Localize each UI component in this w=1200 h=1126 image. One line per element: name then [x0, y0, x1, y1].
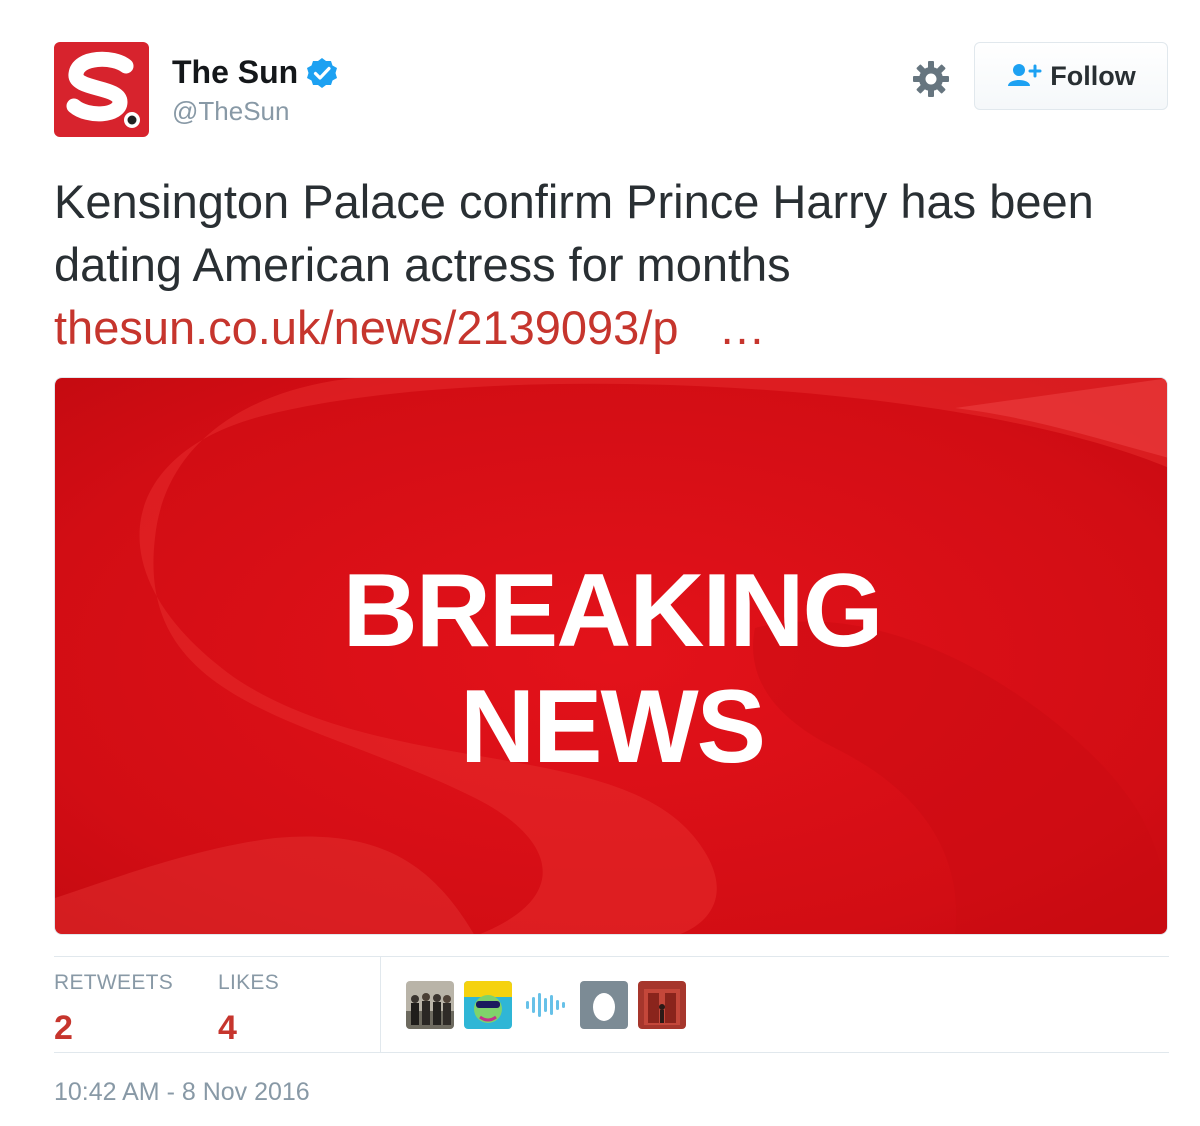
- tweet-link[interactable]: thesun.co.uk/news/2139093/p …: [54, 296, 766, 359]
- liker-avatar-2[interactable]: [464, 981, 512, 1029]
- account-avatar[interactable]: [54, 42, 149, 137]
- follow-button-label: Follow: [1050, 60, 1136, 91]
- gear-icon[interactable]: [912, 60, 950, 98]
- retweets-count: 2: [54, 1009, 73, 1047]
- tweet-timestamp[interactable]: 10:42 AM - 8 Nov 2016: [54, 1078, 310, 1107]
- likes-count: 4: [218, 1009, 237, 1047]
- stats-divider: [380, 957, 381, 1052]
- tweet-stats: RETWEETS 2 LIKES 4: [54, 956, 1169, 1053]
- follow-button[interactable]: Follow: [974, 42, 1168, 110]
- soundwave-icon: [522, 981, 570, 1029]
- breaking-text: BREAKING: [343, 553, 882, 669]
- liker-avatar-1[interactable]: [406, 981, 454, 1029]
- colorful-face-icon: [464, 981, 512, 1029]
- tweet-media-image[interactable]: BREAKING NEWS: [54, 377, 1168, 935]
- the-sun-logo-icon: [54, 42, 149, 137]
- tweet-body: Kensington Palace confirm Prince Harry h…: [54, 175, 1094, 291]
- follow-user-icon: [1008, 64, 1042, 86]
- red-room-photo-icon: [638, 981, 686, 1029]
- likers-list: [406, 981, 696, 1029]
- breaking-news-graphic: BREAKING NEWS: [55, 378, 1167, 934]
- default-egg-icon: [580, 981, 628, 1029]
- liker-avatar-3[interactable]: [522, 981, 570, 1029]
- account-handle[interactable]: @TheSun: [172, 96, 289, 127]
- liker-avatar-4[interactable]: [580, 981, 628, 1029]
- account-name-row[interactable]: The Sun: [172, 54, 338, 91]
- likes-label: LIKES: [218, 971, 280, 994]
- liker-avatar-5[interactable]: [638, 981, 686, 1029]
- likes-stat[interactable]: LIKES 4: [218, 971, 279, 1048]
- account-name[interactable]: The Sun: [172, 54, 298, 91]
- retweets-label: RETWEETS: [54, 971, 174, 994]
- verified-badge-icon: [307, 57, 338, 88]
- news-text: NEWS: [460, 669, 764, 785]
- tweet-link-ellipsis[interactable]: …: [719, 301, 766, 354]
- tweet-link-url[interactable]: thesun.co.uk/news/2139093/p: [54, 301, 679, 354]
- retweets-stat[interactable]: RETWEETS 2: [54, 971, 173, 1048]
- group-photo-icon: [406, 981, 454, 1029]
- tweet-text: Kensington Palace confirm Prince Harry h…: [54, 170, 1154, 359]
